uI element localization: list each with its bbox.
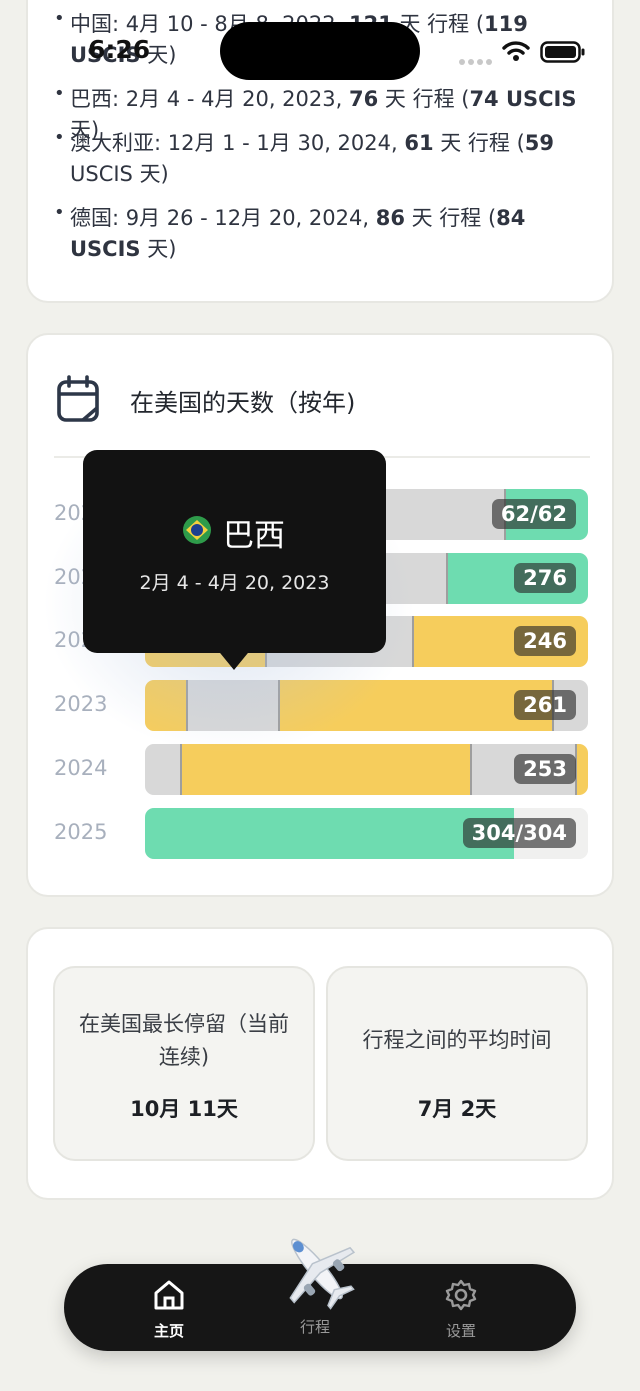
stat-value: 10月 11天: [130, 1097, 238, 1121]
average-gap-stat[interactable]: 行程之间的平均时间 7月 2天: [326, 966, 588, 1161]
chart-title: 在美国的天数（按年): [130, 389, 356, 417]
dynamic-island: [220, 22, 420, 80]
longest-stay-stat[interactable]: 在美国最长停留（当前连续) 10月 11天: [53, 966, 315, 1161]
trip-days: 86: [375, 206, 405, 230]
bar-value-label: 261: [514, 690, 576, 721]
trip-text: 天 行程 (: [433, 131, 525, 155]
trip-text: 德国: 9月 26 - 12月 20, 2024,: [70, 206, 376, 230]
bullet-icon: •: [54, 127, 65, 148]
trip-text: 澳大利亚: 12月 1 - 1月 30, 2024,: [70, 131, 405, 155]
bullet-icon: •: [54, 202, 65, 223]
calendar-icon: [56, 375, 102, 429]
stat-label: 行程之间的平均时间: [362, 1028, 552, 1052]
tab-label: 设置: [445, 1322, 476, 1340]
bar-segment-in_us[interactable]: [145, 807, 514, 859]
bar-value-label: 246: [514, 626, 576, 657]
airplane-icon[interactable]: [272, 1224, 362, 1314]
status-time: 6:26: [88, 35, 151, 64]
tab-label: 主页: [153, 1322, 184, 1340]
bar-value-label: 62/62: [491, 499, 576, 529]
trip-item-australia[interactable]: • 澳大利亚: 12月 1 - 1月 30, 2024, 61 天 行程 (59…: [54, 127, 592, 190]
tab-label: 行程: [299, 1318, 330, 1336]
signal-icon: [458, 52, 492, 71]
tooltip-country: 巴西: [223, 518, 285, 554]
trip-text: USCIS 天): [70, 162, 169, 186]
trip-days: 61: [404, 131, 434, 155]
gear-icon: [444, 1279, 478, 1316]
tooltip-pointer: [216, 648, 252, 670]
bar-value-label: 253: [514, 753, 576, 784]
bar-value-label: 304/304: [462, 817, 576, 848]
status-bar: 6:26: [0, 0, 640, 100]
stat-label: 在美国最长停留（当前连续): [79, 1012, 289, 1069]
year-bar[interactable]: 304/304: [145, 807, 588, 859]
stats-card: 在美国最长停留（当前连续) 10月 11天 行程之间的平均时间 7月 2天: [26, 927, 614, 1200]
segment-divider: [470, 743, 473, 795]
bar-segment-trip[interactable]: [575, 743, 588, 795]
trip-text: 天 行程 (: [404, 206, 497, 230]
uscis-days: 59: [524, 131, 555, 155]
year-label: 2025: [54, 819, 108, 844]
trip-tooltip: 巴西 2月 4 - 4月 20, 2023: [83, 450, 386, 670]
segment-divider: [445, 552, 448, 604]
battery-icon: [540, 41, 586, 67]
yearly-days-chart-card: 在美国的天数（按年) 202062/6220212762022246202326…: [26, 333, 614, 897]
trip-text: 天): [140, 237, 177, 261]
stat-value: 7月 2天: [417, 1097, 497, 1121]
home-icon: [152, 1280, 186, 1316]
wifi-icon: [502, 40, 530, 66]
bar-value-label: 276: [514, 562, 576, 593]
tab-home[interactable]: 主页: [109, 1278, 229, 1340]
tooltip-dates: 2月 4 - 4月 20, 2023: [139, 572, 330, 594]
year-label: 2024: [54, 755, 108, 780]
trip-item-germany[interactable]: • 德国: 9月 26 - 12月 20, 2024, 86 天 行程 (84 …: [54, 202, 592, 265]
tab-settings[interactable]: 设置: [401, 1278, 521, 1340]
brazil-flag-icon: [182, 515, 212, 545]
